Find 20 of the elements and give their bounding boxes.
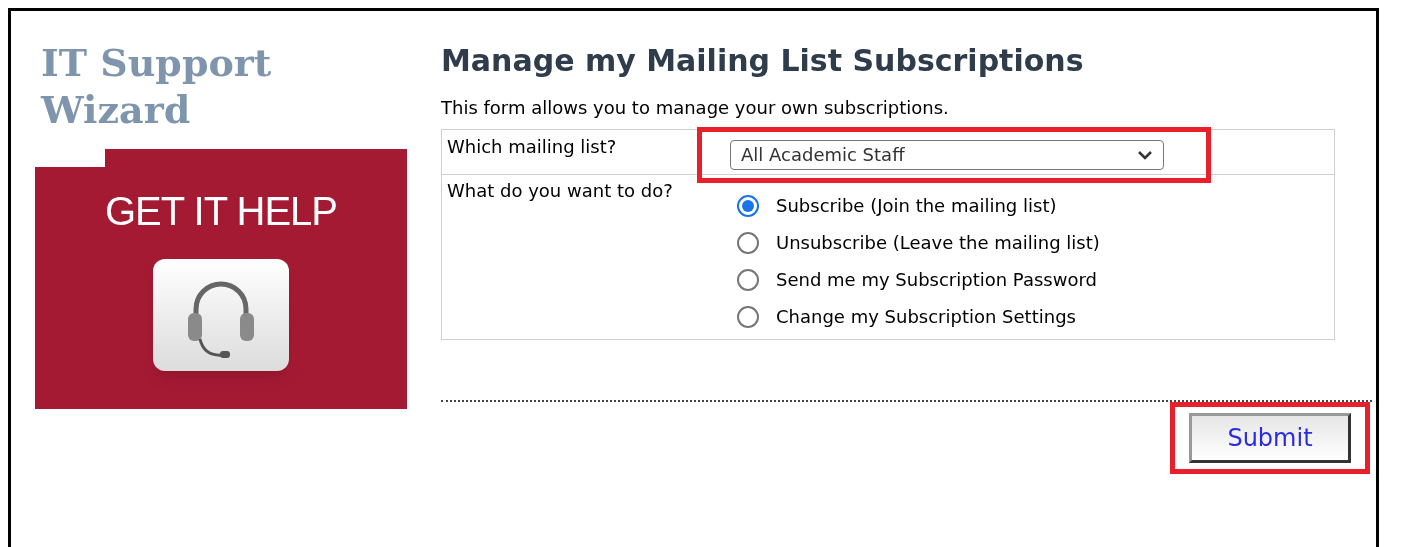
radio-button[interactable]: [737, 268, 759, 291]
field-label: Which mailing list?: [446, 135, 618, 159]
site-title: Wizard: [41, 86, 192, 133]
chevron-down-icon: [1137, 150, 1153, 160]
radio-option[interactable]: Unsubscribe (Leave the mailing list): [737, 224, 1100, 261]
radio-button[interactable]: [737, 305, 759, 328]
radio-option[interactable]: Send me my Subscription Password: [737, 261, 1100, 298]
radio-button[interactable]: [737, 231, 759, 254]
headset-icon: [153, 259, 289, 371]
radio-option[interactable]: Subscribe (Join the mailing list): [737, 187, 1100, 224]
radio-option[interactable]: Change my Subscription Settings: [737, 298, 1100, 335]
mailing-list-select[interactable]: All Academic Staff: [730, 140, 1164, 170]
radio-button[interactable]: [737, 194, 759, 217]
banner-text: GET IT HELP: [104, 188, 337, 235]
site-title: IT Support: [41, 39, 273, 86]
form-description: This form allows you to manage your own subscriptions.: [441, 96, 950, 120]
page-heading: Manage my Mailing List Subscriptions: [441, 42, 1085, 80]
help-banner[interactable]: GET IT HELP: [35, 149, 407, 409]
field-label: What do you want to do?: [446, 179, 674, 203]
submit-button[interactable]: Submit: [1189, 413, 1351, 463]
